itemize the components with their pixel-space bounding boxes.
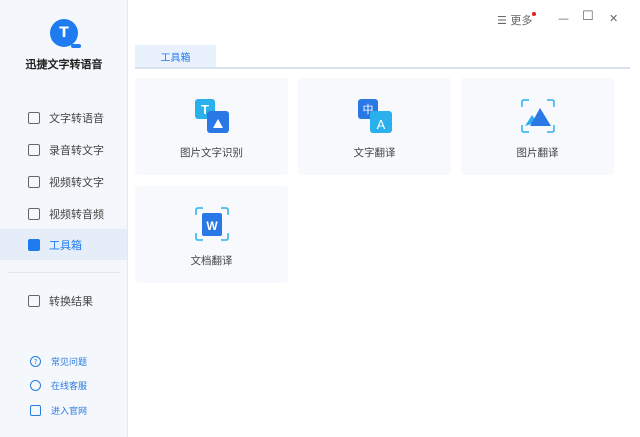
tool-label: 文档翻译 bbox=[190, 255, 233, 267]
headset-icon bbox=[30, 380, 41, 391]
sidebar-item-label: 录音转文字 bbox=[49, 143, 104, 157]
minimize-button[interactable]: — bbox=[558, 12, 569, 25]
sidebar-item-label: 转换结果 bbox=[49, 294, 93, 308]
link-label: 进入官网 bbox=[51, 407, 88, 417]
video-to-text-icon bbox=[28, 175, 40, 188]
tool-label: 文字翻译 bbox=[353, 147, 396, 159]
sidebar-divider bbox=[8, 272, 120, 273]
sidebar-item-label: 文字转语音 bbox=[49, 111, 104, 125]
close-button[interactable]: ✕ bbox=[609, 12, 618, 25]
sidebar-item-text-to-speech[interactable]: 文字转语音 bbox=[0, 102, 127, 133]
results-icon bbox=[28, 294, 40, 307]
svg-text:W: W bbox=[206, 219, 218, 233]
tool-image-translate[interactable]: 图片翻译 bbox=[461, 78, 614, 175]
link-support[interactable]: 在线客服 bbox=[30, 379, 87, 392]
audio-to-text-icon bbox=[28, 143, 40, 156]
link-label: 常见问题 bbox=[51, 358, 88, 368]
tool-text-translate[interactable]: 中A 文字翻译 bbox=[298, 78, 451, 175]
logo-letter: T bbox=[59, 25, 69, 41]
svg-text:A: A bbox=[377, 117, 386, 132]
link-website[interactable]: 进入官网 bbox=[30, 404, 87, 417]
sidebar: T 迅捷文字转语音 文字转语音 录音转文字 视频转文字 视频转音频 工具箱 转换… bbox=[0, 0, 128, 437]
tool-label: 图片文字识别 bbox=[180, 147, 243, 159]
question-icon: ? bbox=[30, 356, 41, 367]
image-translate-icon bbox=[521, 99, 555, 133]
notification-dot bbox=[532, 12, 537, 16]
document-translate-icon: W bbox=[195, 207, 229, 241]
sidebar-item-label: 视频转音频 bbox=[49, 207, 104, 221]
link-label: 在线客服 bbox=[51, 382, 88, 392]
menu-icon: ☰ bbox=[497, 14, 507, 27]
tool-document-translate[interactable]: W 文档翻译 bbox=[135, 186, 288, 283]
sidebar-item-label: 工具箱 bbox=[49, 238, 82, 252]
sidebar-item-label: 视频转文字 bbox=[49, 175, 104, 189]
maximize-button[interactable]: ☐ bbox=[582, 9, 594, 24]
sidebar-item-results[interactable]: 转换结果 bbox=[0, 285, 127, 316]
image-ocr-icon: T bbox=[195, 99, 229, 133]
sidebar-item-audio-to-text[interactable]: 录音转文字 bbox=[0, 134, 127, 165]
sidebar-item-video-to-audio[interactable]: 视频转音频 bbox=[0, 198, 127, 229]
app-title: 迅捷文字转语音 bbox=[25, 58, 103, 71]
link-faq[interactable]: ? 常见问题 bbox=[30, 355, 87, 368]
sidebar-item-toolbox[interactable]: 工具箱 bbox=[0, 229, 127, 260]
text-translate-icon: 中A bbox=[358, 99, 392, 133]
tool-label: 图片翻译 bbox=[516, 147, 559, 159]
toolbox-icon bbox=[28, 238, 40, 251]
video-to-audio-icon bbox=[28, 207, 40, 220]
monitor-icon bbox=[30, 405, 41, 416]
tab-underline bbox=[135, 67, 630, 69]
app-logo: T bbox=[50, 19, 81, 48]
more-button[interactable]: ☰ 更多 bbox=[497, 12, 537, 28]
sidebar-item-video-to-text[interactable]: 视频转文字 bbox=[0, 166, 127, 197]
text-to-speech-icon bbox=[28, 111, 40, 124]
tab-toolbox[interactable]: 工具箱 bbox=[135, 45, 216, 68]
tool-image-ocr[interactable]: T 图片文字识别 bbox=[135, 78, 288, 175]
more-label: 更多 bbox=[510, 14, 533, 27]
